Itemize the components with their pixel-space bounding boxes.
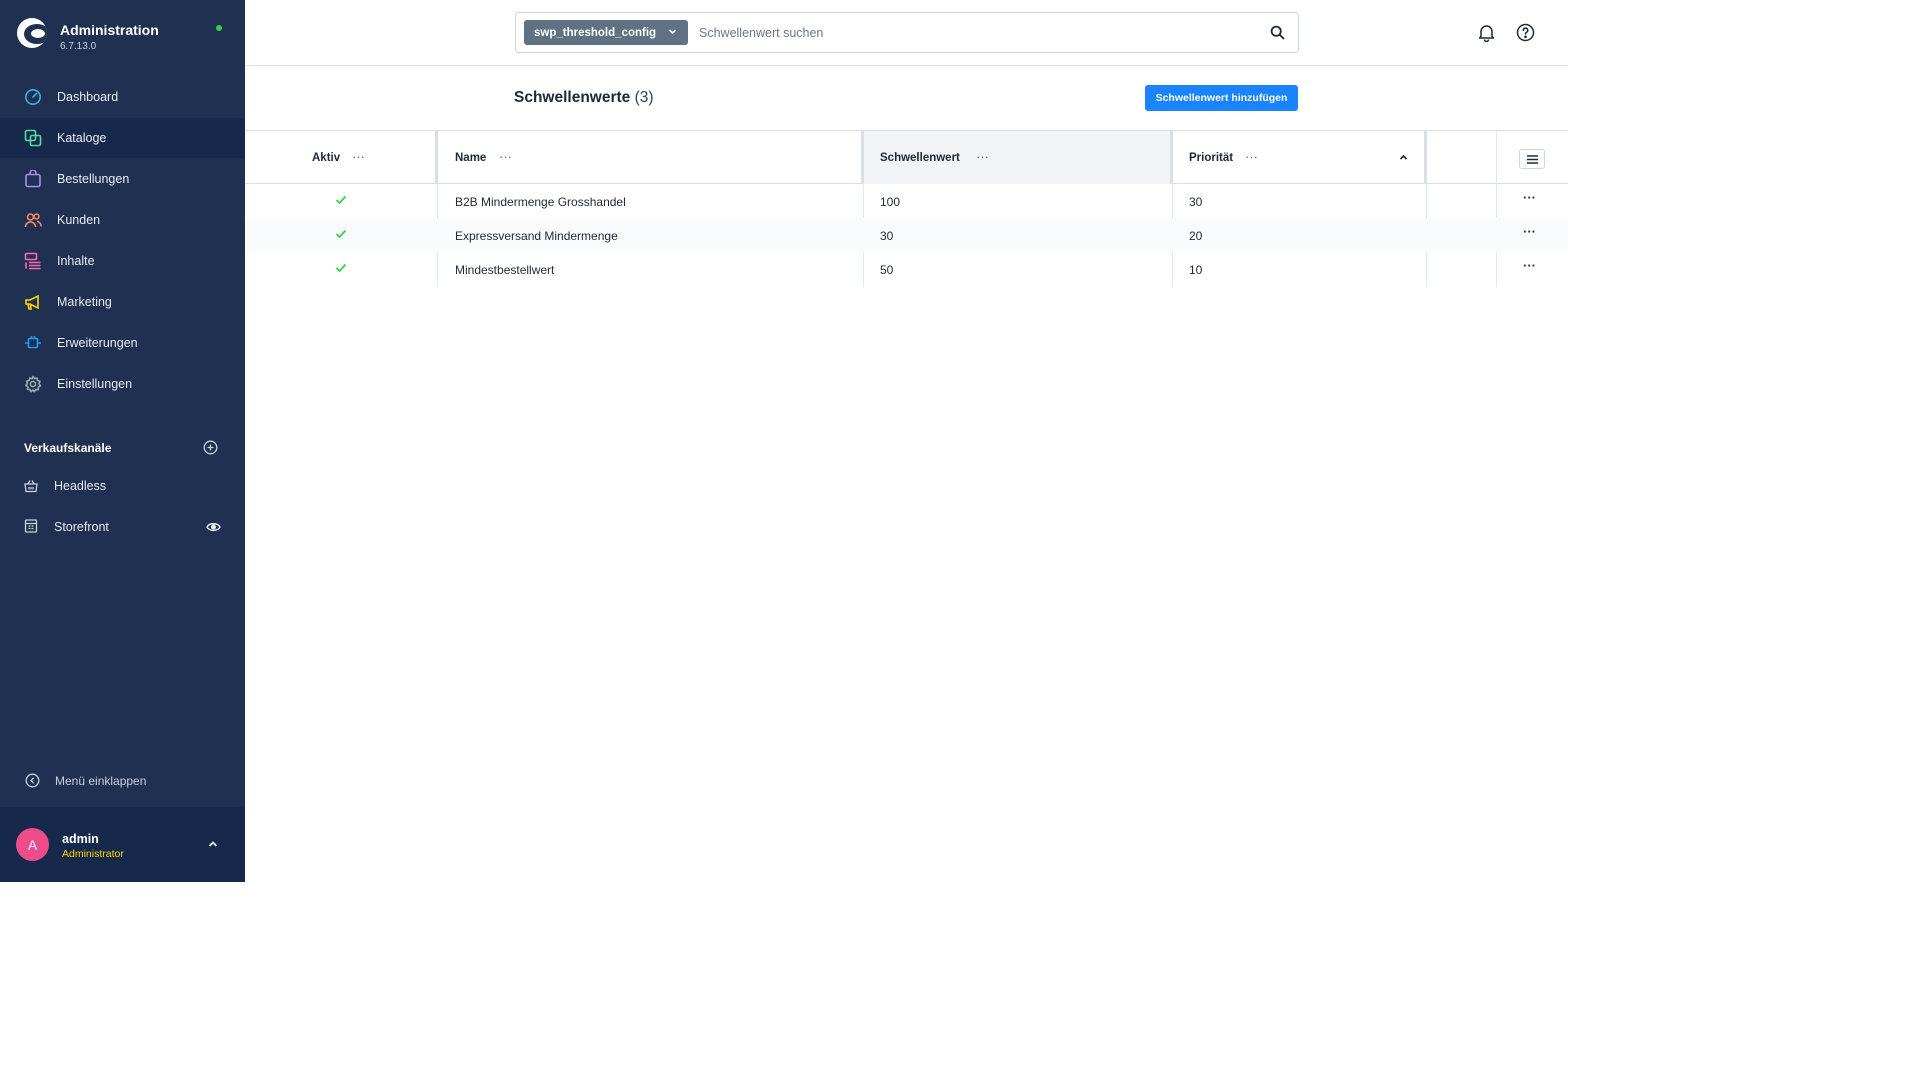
search-input[interactable] xyxy=(699,23,1259,43)
bell-icon[interactable] xyxy=(1477,23,1496,42)
table-row[interactable]: B2B Mindermenge Grosshandel 100 30 ··· xyxy=(245,184,1568,218)
app-version: 6.7.13.0 xyxy=(60,41,97,52)
storefront-icon xyxy=(24,519,38,533)
sidebar-item-marketing[interactable]: Marketing xyxy=(0,282,245,322)
page-title-text: Schwellenwerte xyxy=(514,89,631,106)
column-divider xyxy=(1496,131,1497,184)
page-title: Schwellenwerte (3) xyxy=(514,89,654,107)
cell-threshold: 100 xyxy=(880,195,901,209)
cell-priority: 20 xyxy=(1189,229,1203,243)
column-menu-icon[interactable]: ··· xyxy=(976,149,989,164)
status-dot-icon xyxy=(216,25,222,31)
sales-channels-title: Verkaufskanäle xyxy=(24,441,112,455)
column-resize-handle[interactable] xyxy=(1424,131,1427,184)
content-icon xyxy=(24,252,41,270)
check-icon xyxy=(335,263,347,273)
table-row[interactable]: Expressversand Mindermenge 30 20 ··· xyxy=(245,218,1568,252)
sales-channel-storefront[interactable]: Storefront xyxy=(0,507,245,547)
customers-icon xyxy=(24,213,42,228)
app-title: Administration xyxy=(60,22,159,38)
grid-header: Aktiv ··· Name ··· Schwellenwert ··· Pri… xyxy=(245,130,1568,184)
search-type-dropdown[interactable]: swp_threshold_config xyxy=(524,20,688,45)
sidebar-item-inhalte[interactable]: Inhalte xyxy=(0,241,245,281)
help-icon[interactable] xyxy=(1516,23,1535,42)
sales-channel-label: Storefront xyxy=(54,520,109,534)
shopware-logo-icon xyxy=(17,18,47,48)
chevron-down-icon xyxy=(668,29,677,35)
column-label: Priorität xyxy=(1189,152,1234,164)
add-sales-channel-icon[interactable] xyxy=(203,440,218,455)
collapse-menu-label: Menü einklappen xyxy=(55,774,147,788)
plugin-icon xyxy=(25,336,41,349)
sidebar-item-einstellungen[interactable]: Einstellungen xyxy=(0,364,245,404)
user-role: Administrator xyxy=(62,848,124,860)
column-label: Aktiv xyxy=(312,152,341,164)
sidebar-item-erweiterungen[interactable]: Erweiterungen xyxy=(0,323,245,363)
sidebar-item-dashboard[interactable]: Dashboard xyxy=(0,77,245,117)
column-header-schwellenwert[interactable]: Schwellenwert ··· xyxy=(864,131,1170,184)
grid-settings-button[interactable] xyxy=(1519,149,1545,169)
chevron-up-icon xyxy=(208,841,218,847)
column-menu-icon[interactable]: ··· xyxy=(352,149,365,164)
cell-priority: 30 xyxy=(1189,195,1203,209)
add-threshold-button[interactable]: Schwellenwert hinzufügen xyxy=(1145,85,1298,111)
sidebar-item-label: Erweiterungen xyxy=(57,336,138,350)
search-bar: swp_threshold_config xyxy=(515,12,1299,53)
sidebar-item-label: Marketing xyxy=(57,295,112,309)
column-menu-icon[interactable]: ··· xyxy=(1245,149,1258,164)
cell-threshold: 50 xyxy=(880,263,894,277)
sales-channel-headless[interactable]: Headless xyxy=(0,466,245,506)
search-icon[interactable] xyxy=(1270,25,1285,40)
megaphone-icon xyxy=(25,294,39,310)
list-icon xyxy=(1527,155,1538,164)
column-header-aktiv[interactable]: Aktiv ··· xyxy=(245,131,435,184)
sidebar-item-label: Einstellungen xyxy=(57,377,133,391)
brand-header: Administration 6.7.13.0 xyxy=(0,0,245,70)
avatar: A xyxy=(16,828,49,861)
cell-priority: 10 xyxy=(1189,263,1203,277)
sort-ascending-icon[interactable] xyxy=(1399,154,1408,161)
sidebar-item-bestellungen[interactable]: Bestellungen xyxy=(0,159,245,199)
sidebar: Administration 6.7.13.0 Dashboard Katalo… xyxy=(0,0,245,882)
check-icon xyxy=(335,229,347,239)
cell-threshold: 30 xyxy=(880,229,894,243)
dashboard-gauge-icon xyxy=(25,89,41,105)
sidebar-item-kataloge[interactable]: Kataloge xyxy=(0,118,245,158)
search-type-label: swp_threshold_config xyxy=(534,26,657,39)
table-row[interactable]: Mindestbestellwert 50 10 ··· xyxy=(245,252,1568,286)
basket-icon xyxy=(24,480,38,493)
sidebar-item-label: Dashboard xyxy=(57,90,119,104)
shopping-bag-icon xyxy=(25,170,41,188)
sidebar-item-label: Kunden xyxy=(57,213,101,227)
cell-name[interactable]: B2B Mindermenge Grosshandel xyxy=(455,195,626,209)
topbar: swp_threshold_config xyxy=(245,0,1568,66)
gear-icon xyxy=(25,375,42,393)
check-icon xyxy=(335,195,347,205)
column-menu-icon[interactable]: ··· xyxy=(499,149,512,164)
cell-name[interactable]: Mindestbestellwert xyxy=(455,263,554,277)
row-actions-icon[interactable]: ··· xyxy=(1523,224,1536,239)
sidebar-item-label: Kataloge xyxy=(57,131,107,145)
column-label: Name xyxy=(455,152,487,164)
column-header-prioritaet[interactable]: Priorität ··· xyxy=(1173,131,1424,184)
eye-icon[interactable] xyxy=(206,521,221,533)
chevron-left-circle-icon xyxy=(25,773,40,788)
sales-channel-label: Headless xyxy=(54,479,107,493)
row-actions-icon[interactable]: ··· xyxy=(1523,190,1536,205)
column-header-name[interactable]: Name ··· xyxy=(438,131,861,184)
column-label: Schwellenwert xyxy=(880,152,960,164)
row-actions-icon[interactable]: ··· xyxy=(1523,258,1536,273)
sidebar-item-kunden[interactable]: Kunden xyxy=(0,200,245,240)
sidebar-item-label: Inhalte xyxy=(57,254,95,268)
user-name: admin xyxy=(62,832,99,846)
catalog-icon xyxy=(24,129,42,147)
cell-name[interactable]: Expressversand Mindermenge xyxy=(455,229,618,243)
collapse-menu-button[interactable]: Menü einklappen xyxy=(0,768,245,794)
sidebar-item-label: Bestellungen xyxy=(57,172,130,186)
record-count: (3) xyxy=(634,89,654,106)
user-menu[interactable]: A admin Administrator xyxy=(0,807,245,882)
